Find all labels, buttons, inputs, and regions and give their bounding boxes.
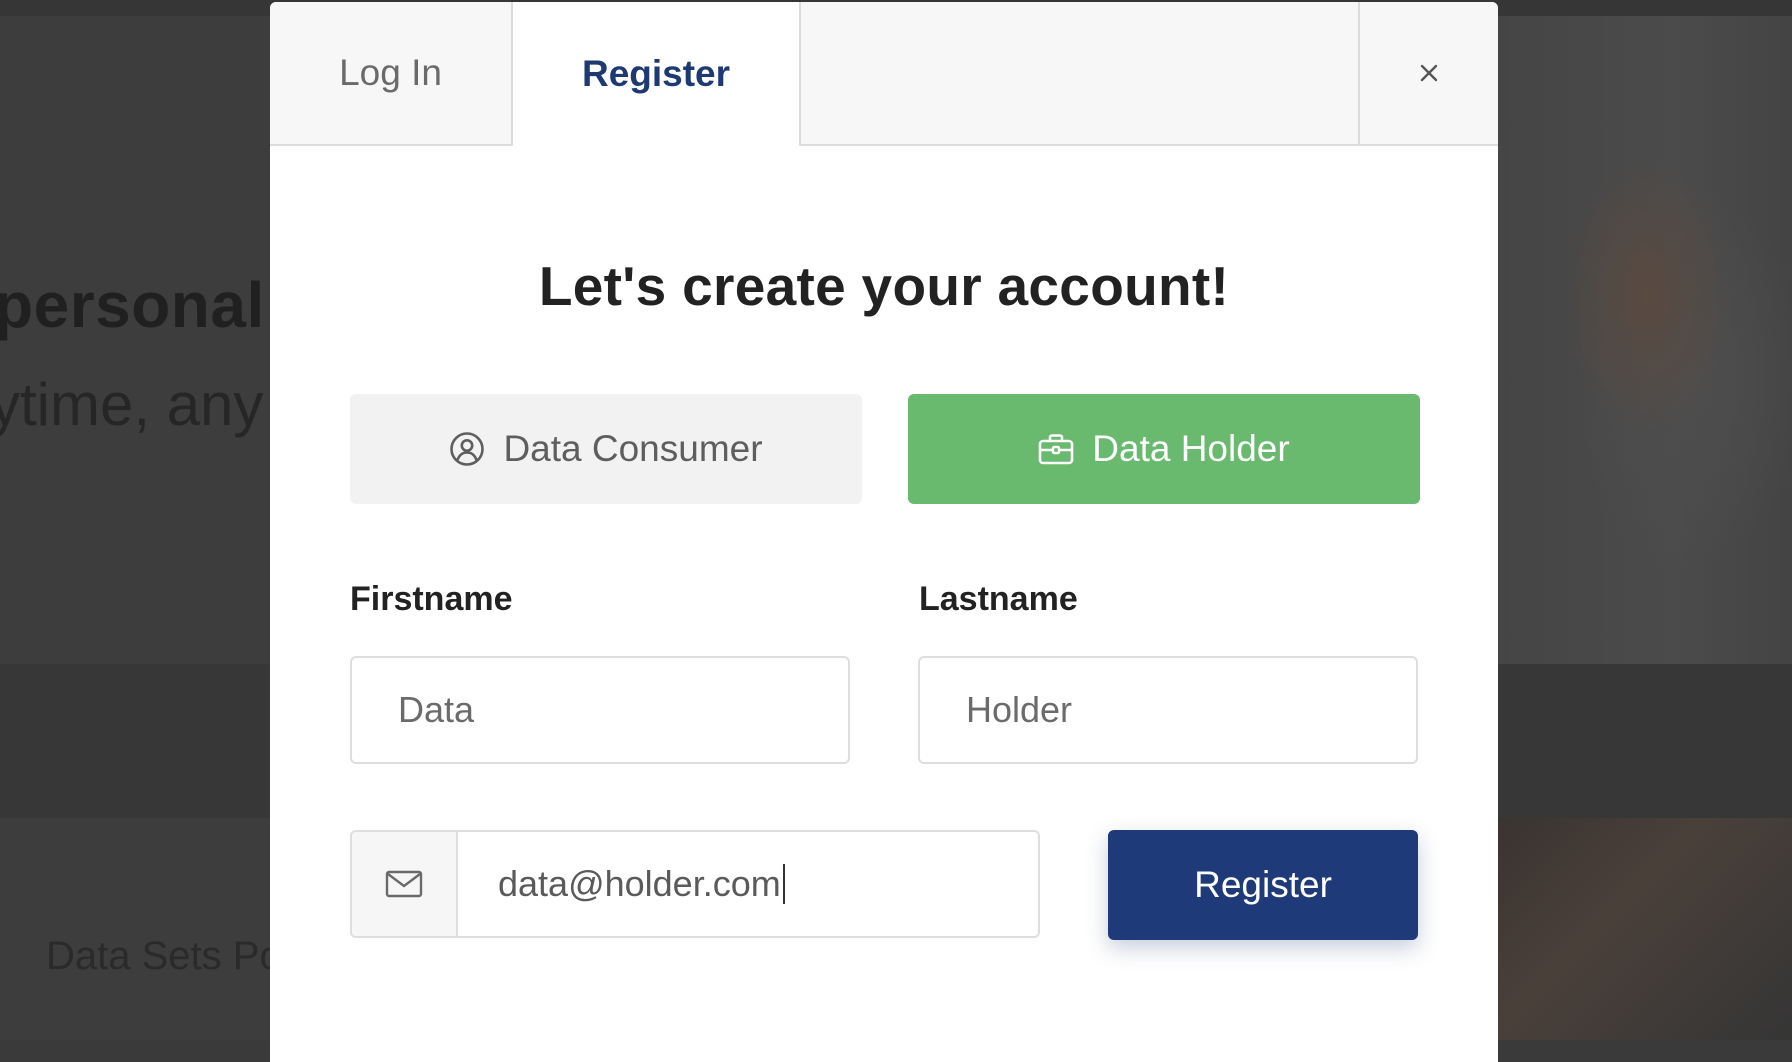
close-icon (1420, 64, 1438, 82)
background-headline: personal (0, 269, 265, 341)
lastname-input[interactable] (918, 656, 1418, 764)
tab-login[interactable]: Log In (270, 2, 513, 144)
data-holder-button[interactable]: Data Holder (908, 394, 1420, 504)
background-datasets-text: Data Sets Po (46, 934, 282, 978)
text-caret (782, 864, 785, 904)
close-button[interactable] (1358, 2, 1498, 144)
email-field-group: data@holder.com (350, 830, 1040, 938)
modal-title: Let's create your account! (538, 255, 1230, 317)
firstname-label: Firstname (350, 580, 513, 618)
envelope-icon (385, 870, 423, 898)
background-subline: ytime, any (0, 371, 264, 438)
modal-tab-bar: Log In Register (270, 2, 1498, 146)
email-input[interactable]: data@holder.com (458, 832, 1038, 936)
user-circle-icon (450, 432, 485, 466)
email-value: data@holder.com (498, 863, 781, 904)
background-photo (1497, 818, 1792, 1040)
lastname-label: Lastname (919, 580, 1078, 618)
data-holder-label: Data Holder (1092, 428, 1290, 469)
email-addon (352, 832, 458, 936)
briefcase-icon (1038, 434, 1074, 465)
tab-register[interactable]: Register (513, 2, 801, 146)
register-modal: Log In Register Let's create your accoun… (270, 2, 1498, 1062)
register-submit-button[interactable]: Register (1108, 830, 1418, 940)
firstname-input[interactable] (350, 656, 850, 764)
background-hero-photo (1497, 16, 1792, 664)
data-consumer-button[interactable]: Data Consumer (350, 394, 862, 504)
data-consumer-label: Data Consumer (503, 428, 763, 469)
